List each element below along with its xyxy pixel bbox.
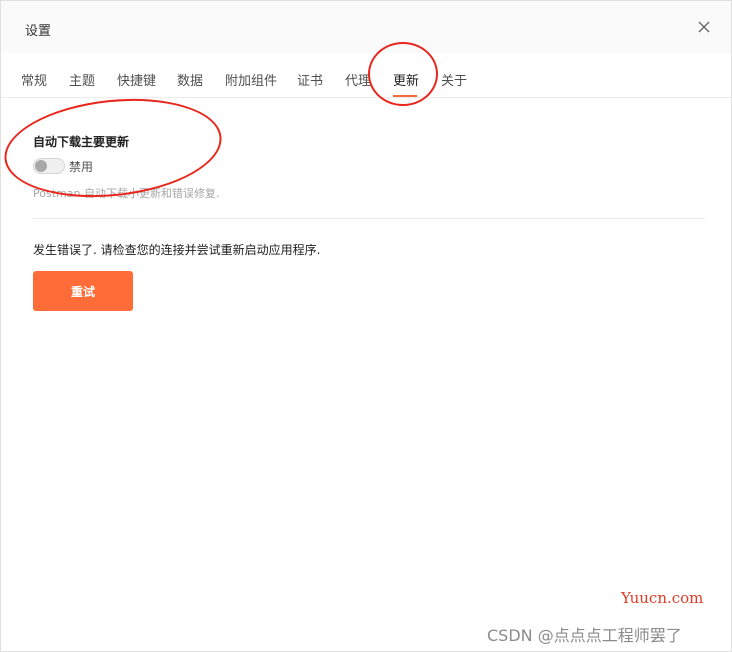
active-tab-indicator	[393, 95, 417, 97]
toggle-label: 禁用	[69, 160, 94, 174]
help-text: Postman 自动下载小更新和错误修复.	[33, 187, 220, 200]
dialog-title: 设置	[25, 24, 52, 39]
close-button[interactable]	[695, 18, 713, 36]
tab-add-ons[interactable]: 附加组件	[225, 70, 277, 89]
dialog-header: 设置	[1, 1, 731, 53]
close-icon	[698, 21, 710, 33]
divider	[33, 218, 705, 219]
settings-tabs: 常规 主题 快捷键 数据 附加组件 证书 代理 更新 关于	[1, 53, 731, 98]
tab-shortcuts[interactable]: 快捷键	[117, 70, 156, 89]
retry-button[interactable]: 重试	[33, 271, 133, 311]
section-title: 自动下载主要更新	[33, 135, 130, 149]
settings-dialog: 设置 常规 主题 快捷键 数据 附加组件 证书 代理 更新 关于 自动下载主要更…	[0, 0, 732, 652]
tab-about[interactable]: 关于	[441, 70, 467, 89]
tab-update[interactable]: 更新	[393, 70, 419, 89]
tab-data[interactable]: 数据	[177, 70, 203, 89]
tab-themes[interactable]: 主题	[69, 70, 95, 89]
tab-proxy[interactable]: 代理	[345, 70, 371, 89]
error-message: 发生错误了. 请检查您的连接并尝试重新启动应用程序.	[33, 243, 321, 257]
author-watermark: CSDN @点点点工程师罢了	[487, 626, 682, 645]
tab-general[interactable]: 常规	[21, 70, 47, 89]
auto-download-toggle[interactable]	[33, 158, 65, 174]
site-watermark: Yuucn.com	[621, 589, 704, 607]
tab-certificates[interactable]: 证书	[297, 70, 323, 89]
toggle-knob	[35, 160, 47, 172]
